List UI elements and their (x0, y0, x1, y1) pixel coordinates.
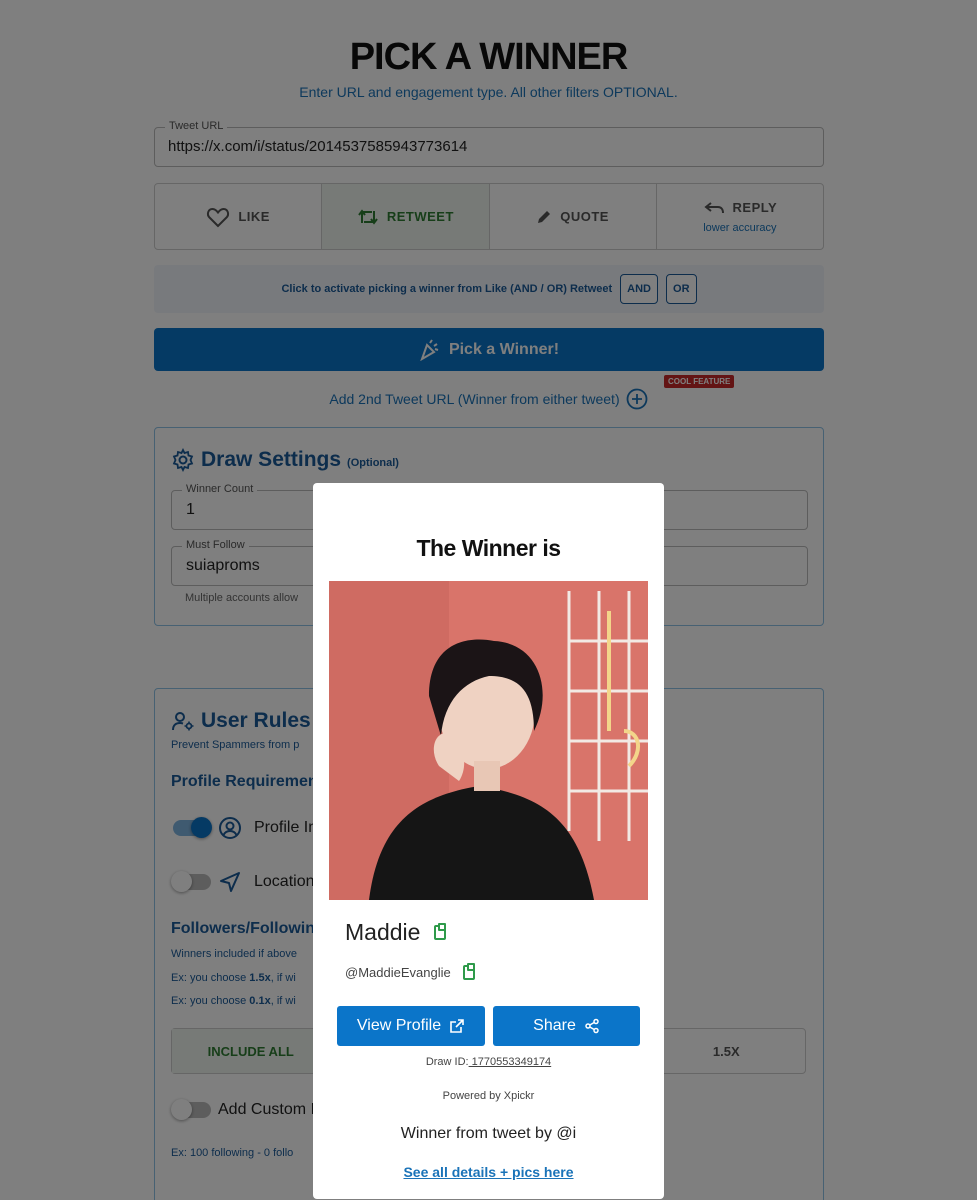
draw-id-link[interactable]: 1770553349174 (469, 1056, 552, 1068)
winner-modal-title: The Winner is (416, 535, 561, 561)
winner-from-tweet: Winner from tweet by @i (400, 1125, 577, 1142)
copy-handle-icon[interactable] (462, 963, 475, 980)
draw-id: Draw ID: 1770553349174 (313, 1056, 664, 1068)
share-button[interactable]: Share (493, 1006, 640, 1046)
share-icon (585, 1018, 599, 1034)
external-link-icon (450, 1019, 464, 1033)
page: PICK A WINNER Enter URL and engagement t… (0, 0, 977, 1200)
winner-handle: @MaddieEvanglie (345, 965, 451, 980)
winner-handle-row: @MaddieEvanglie (345, 963, 475, 980)
winner-modal: The Winner is Maddie @MaddieEvanglie Vie… (313, 483, 664, 1199)
share-label: Share (533, 1017, 576, 1034)
view-profile-button[interactable]: View Profile (337, 1006, 485, 1046)
draw-id-label: Draw ID: (425, 1056, 469, 1068)
winner-name: Maddie (345, 919, 421, 945)
powered-by: Powered by Xpickr (442, 1090, 535, 1102)
winner-name-row: Maddie (345, 919, 447, 946)
copy-name-icon[interactable] (434, 923, 447, 940)
winner-photo (329, 581, 648, 900)
see-all-details-link[interactable]: See all details + pics here (313, 1164, 664, 1180)
view-profile-label: View Profile (356, 1017, 442, 1034)
